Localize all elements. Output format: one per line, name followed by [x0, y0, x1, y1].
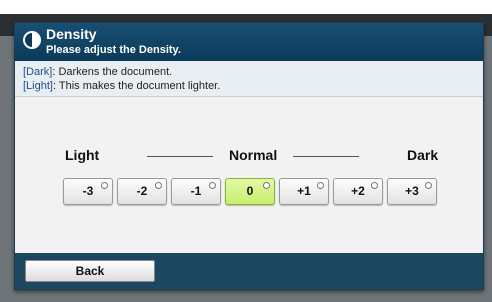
dialog-subtitle: Please adjust the Density. — [46, 44, 181, 56]
scale-light-label: Light — [65, 147, 100, 163]
info-panel: [Dark]: Darkens the document. [Light]: T… — [15, 61, 483, 97]
density-button-label: +3 — [405, 184, 419, 198]
radio-indicator-icon — [155, 182, 162, 189]
density-button-label: +2 — [351, 184, 365, 198]
info-dark-line: [Dark]: Darkens the document. — [23, 65, 483, 79]
scale-line-left — [147, 156, 213, 157]
density-button-minus-3[interactable]: -3 — [63, 178, 113, 205]
light-tag: [Light] — [23, 80, 53, 92]
back-button[interactable]: Back — [25, 260, 155, 282]
radio-indicator-icon — [101, 182, 108, 189]
density-button-group: -3 -2 -1 0 +1 +2 +3 — [63, 178, 463, 206]
radio-indicator-icon — [263, 182, 270, 189]
dark-text: : Darkens the document. — [52, 66, 173, 78]
scale-normal-label: Normal — [229, 147, 278, 163]
radio-indicator-icon — [425, 182, 432, 189]
radio-indicator-icon — [317, 182, 324, 189]
dialog-title: Density — [46, 26, 97, 42]
density-button-plus-3[interactable]: +3 — [387, 178, 437, 205]
density-button-label: -2 — [136, 184, 148, 198]
scale-dark-label: Dark — [407, 147, 439, 163]
light-text: : This makes the document lighter. — [52, 80, 221, 92]
density-button-label: -3 — [82, 184, 94, 198]
density-button-plus-1[interactable]: +1 — [279, 178, 329, 205]
info-light-line: [Light]: This makes the document lighter… — [23, 79, 483, 93]
radio-indicator-icon — [371, 182, 378, 189]
density-button-minus-2[interactable]: -2 — [117, 178, 167, 205]
density-button-minus-1[interactable]: -1 — [171, 178, 221, 205]
density-button-0[interactable]: 0 — [225, 178, 275, 205]
scale-line-right — [293, 156, 359, 157]
density-button-plus-2[interactable]: +2 — [333, 178, 383, 205]
density-button-label: 0 — [246, 184, 254, 198]
dialog-header: Density Please adjust the Density. — [15, 23, 483, 61]
dialog-footer: Back — [15, 253, 483, 289]
density-icon — [23, 31, 41, 49]
density-dialog: Density Please adjust the Density. [Dark… — [14, 22, 484, 290]
density-button-label: +1 — [297, 184, 311, 198]
dark-tag: [Dark] — [23, 66, 53, 78]
radio-indicator-icon — [209, 182, 216, 189]
density-button-label: -1 — [190, 184, 202, 198]
density-scale: Light Normal Dark — [15, 147, 483, 165]
